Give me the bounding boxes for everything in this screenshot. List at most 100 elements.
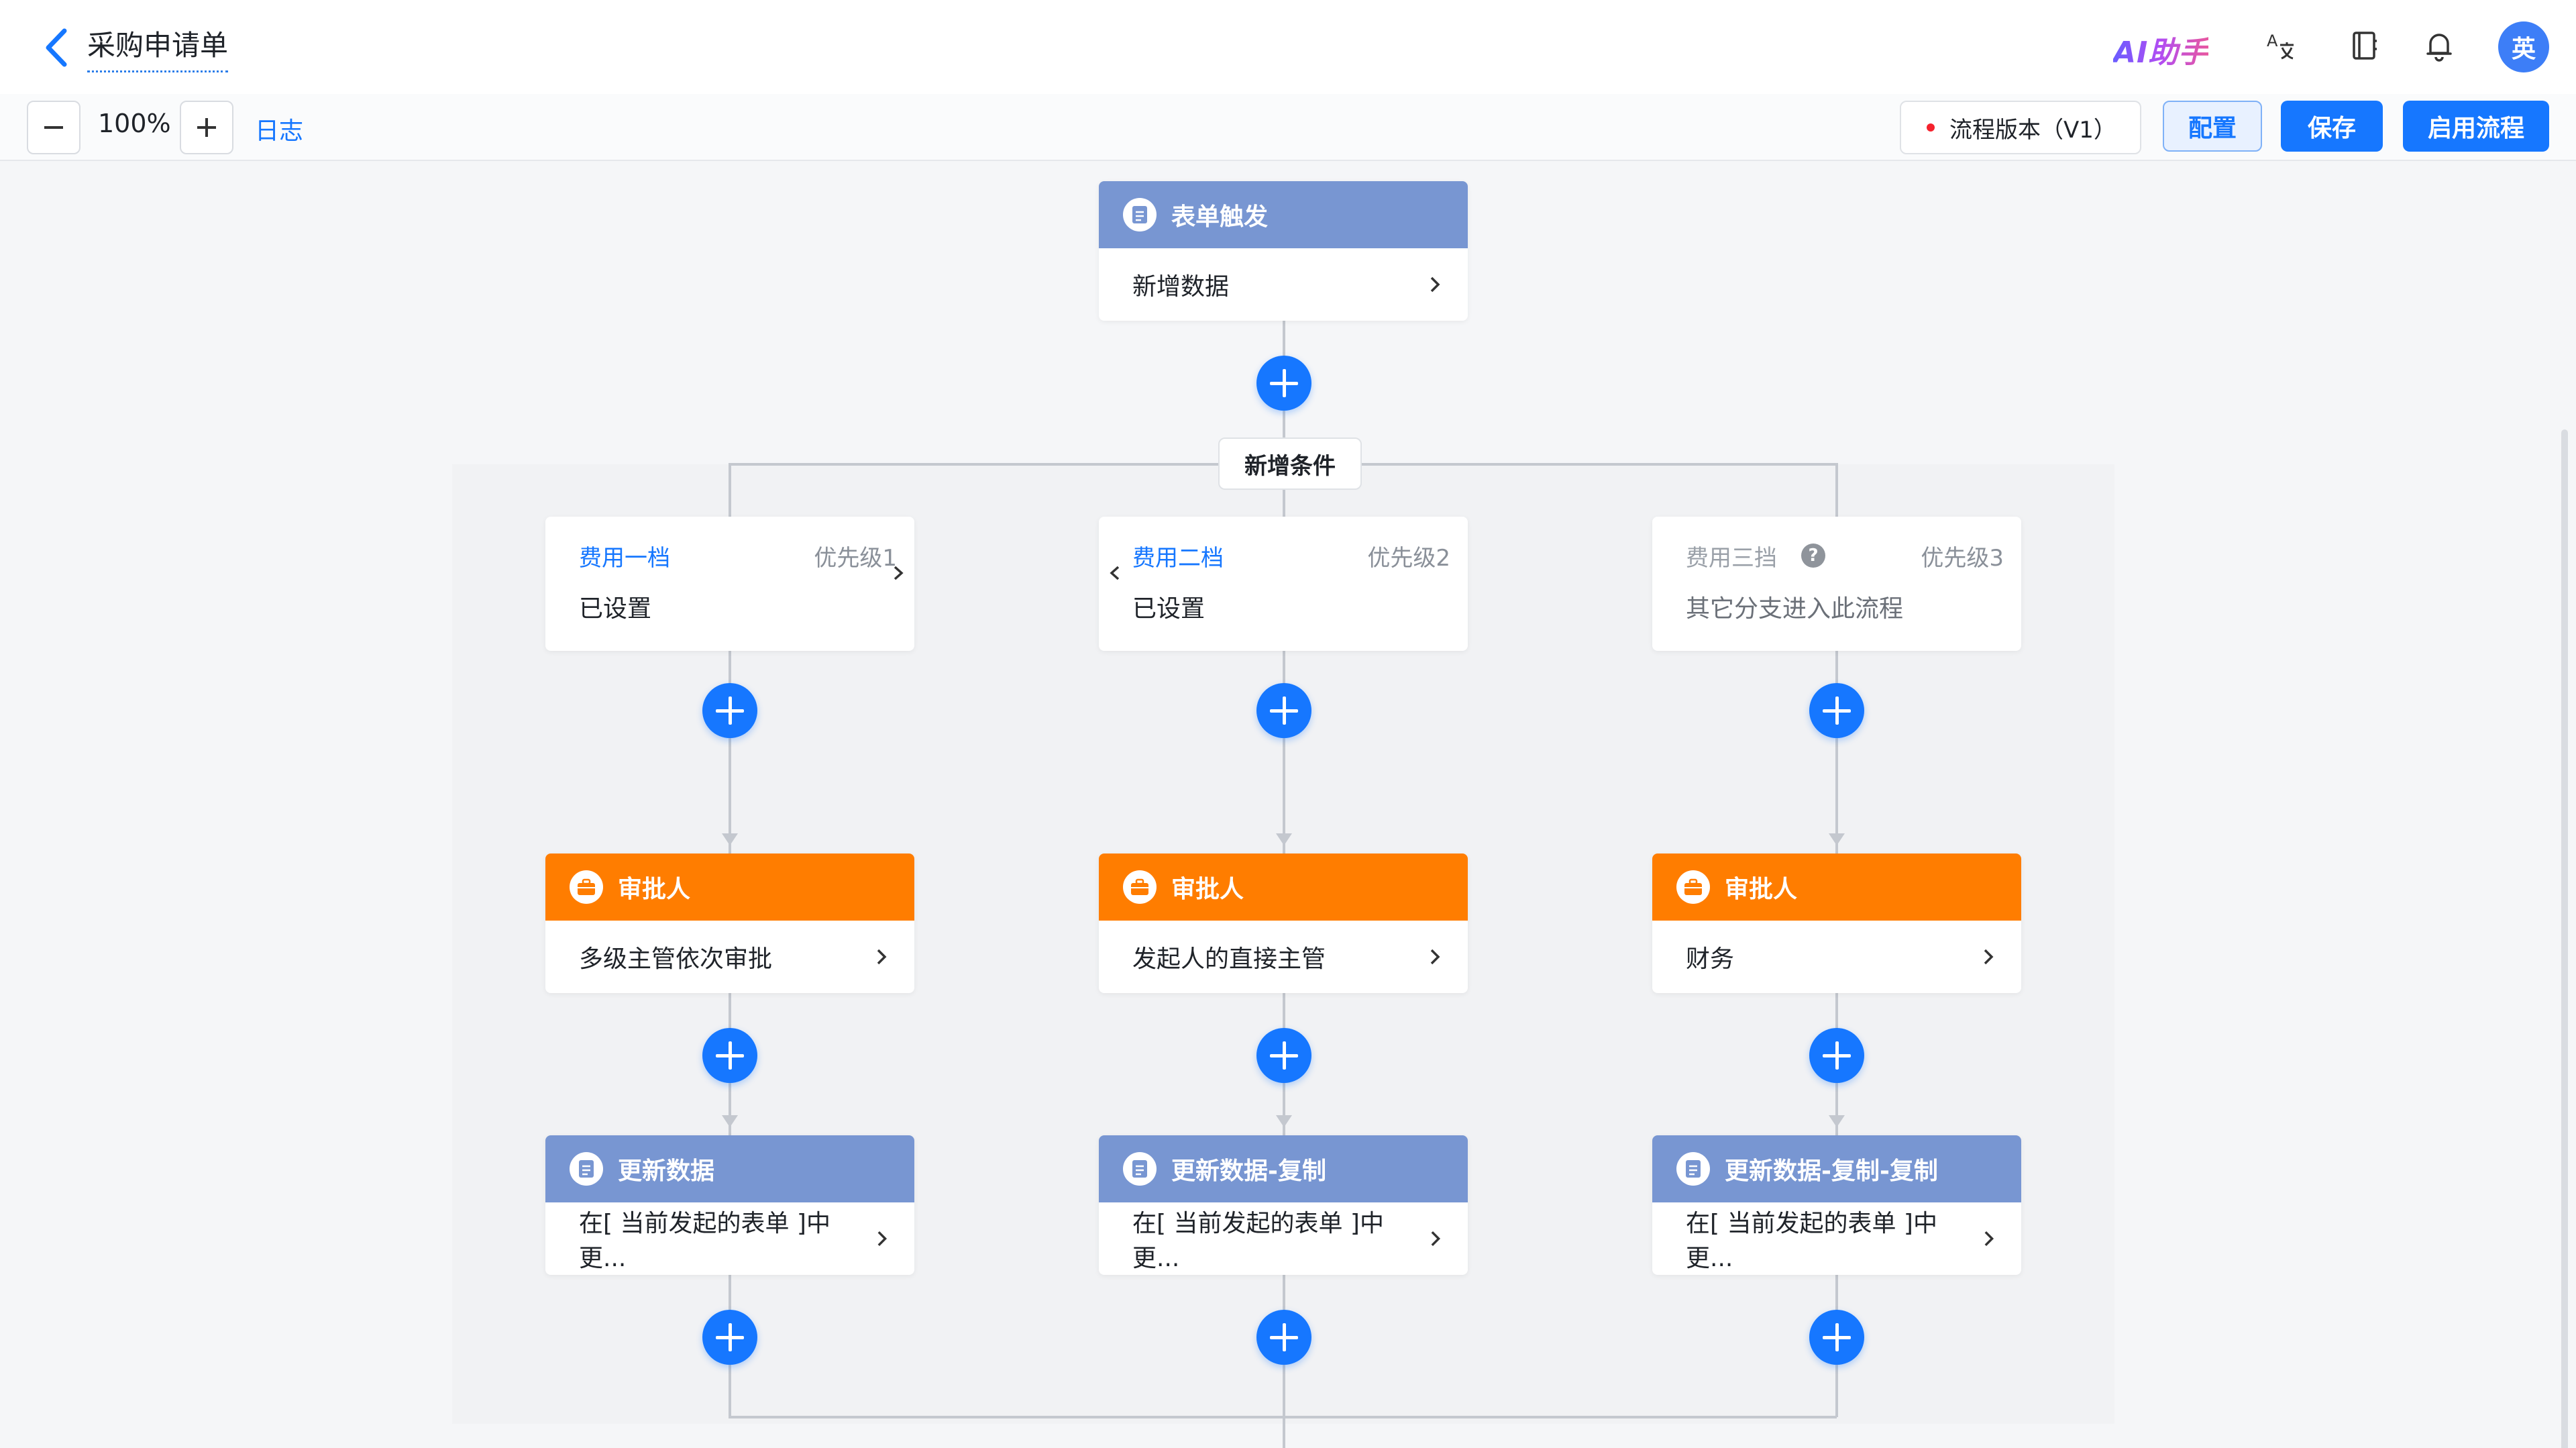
- chevron-right-icon: [1984, 1231, 1994, 1247]
- workflow-editor-page: 采购申请单 AI助手 A 英 100% 日志 流程版本（V1） 配置 保存 启用…: [0, 0, 2576, 1448]
- zoom-out-button[interactable]: [27, 101, 80, 154]
- back-button[interactable]: [38, 24, 78, 71]
- minus-icon: [44, 126, 63, 129]
- update-node-title: 更新数据: [618, 1157, 715, 1185]
- add-node-button[interactable]: [1256, 683, 1311, 738]
- approver-node-detail: 多级主管依次审批: [579, 945, 773, 973]
- add-condition-button[interactable]: 新增条件: [1218, 437, 1362, 490]
- zoom-in-button[interactable]: [180, 101, 233, 154]
- condition-card-2[interactable]: 费用二档 优先级2 已设置: [1099, 517, 1468, 651]
- update-node-body[interactable]: 在[ 当前发起的表单 ]中更...: [545, 1202, 914, 1275]
- add-node-button[interactable]: [1809, 683, 1864, 738]
- plus-icon: [197, 118, 216, 137]
- condition-name: 费用三挡: [1686, 545, 1777, 572]
- approver-node-body[interactable]: 发起人的直接主管: [1099, 921, 1468, 993]
- approver-node-title: 审批人: [618, 876, 691, 903]
- trigger-node[interactable]: 表单触发 新增数据: [1099, 181, 1468, 321]
- arrow-icon: [1829, 1115, 1845, 1127]
- trigger-node-header: 表单触发: [1099, 181, 1468, 248]
- book-icon[interactable]: [2344, 25, 2384, 66]
- condition-priority: 优先级3: [1921, 545, 2004, 572]
- approver-node-body[interactable]: 多级主管依次审批: [545, 921, 914, 993]
- chevron-right-icon: [877, 949, 887, 965]
- trigger-node-detail: 新增数据: [1132, 273, 1230, 301]
- add-node-button[interactable]: [1256, 1028, 1311, 1083]
- condition-priority[interactable]: 优先级2: [1367, 539, 1450, 572]
- approver-node-header: 审批人: [1099, 854, 1468, 921]
- condition-card-3[interactable]: 费用三挡 ? 优先级3 其它分支进入此流程: [1652, 517, 2021, 651]
- arrow-icon: [1276, 1115, 1292, 1127]
- add-node-button[interactable]: [1256, 1310, 1311, 1365]
- form-icon: [1123, 198, 1157, 231]
- condition-detail: 已设置: [579, 595, 652, 623]
- arrow-icon: [722, 833, 738, 845]
- approver-node-detail: 发起人的直接主管: [1132, 945, 1326, 973]
- arrow-icon: [1829, 833, 1845, 845]
- condition-priority[interactable]: 优先级1: [814, 539, 897, 572]
- move-right-icon[interactable]: [889, 564, 908, 582]
- move-left-icon[interactable]: [1106, 564, 1124, 582]
- update-node-title: 更新数据-复制: [1171, 1157, 1326, 1185]
- trigger-node-body[interactable]: 新增数据: [1099, 248, 1468, 321]
- chevron-right-icon: [1430, 276, 1440, 293]
- add-node-button[interactable]: [1256, 356, 1311, 411]
- ai-assistant-button[interactable]: AI助手: [2113, 28, 2208, 71]
- update-node-body[interactable]: 在[ 当前发起的表单 ]中更...: [1652, 1202, 2021, 1275]
- update-node-detail: 在[ 当前发起的表单 ]中更...: [1132, 1210, 1384, 1272]
- svg-text:A: A: [2267, 32, 2278, 50]
- form-icon: [1676, 1152, 1710, 1186]
- briefcase-icon: [1123, 870, 1157, 904]
- update-node-header: 更新数据-复制-复制: [1652, 1135, 2021, 1202]
- page-title[interactable]: 采购申请单: [87, 23, 229, 72]
- zoom-level: 100%: [98, 109, 171, 138]
- app-header: 采购申请单 AI助手 A 英: [0, 0, 2576, 94]
- briefcase-icon: [570, 870, 603, 904]
- add-node-button[interactable]: [702, 683, 757, 738]
- flow-canvas[interactable]: 表单触发 新增数据 新增条件 费用一档 优先级1 已设置 审批人 多级主管依次审…: [0, 161, 2576, 1448]
- branch-3-connector: [1835, 463, 1838, 517]
- chevron-right-icon: [877, 1231, 887, 1247]
- condition-detail: 已设置: [1132, 595, 1205, 623]
- branch-1-connector: [729, 463, 731, 517]
- chevron-right-icon: [1431, 1231, 1440, 1247]
- user-avatar[interactable]: 英: [2498, 21, 2549, 72]
- update-node-header: 更新数据: [545, 1135, 914, 1202]
- vertical-scrollbar[interactable]: [2561, 429, 2568, 1448]
- add-node-button[interactable]: [1809, 1310, 1864, 1365]
- log-link[interactable]: 日志: [255, 111, 303, 146]
- update-node-title: 更新数据-复制-复制: [1725, 1157, 1938, 1185]
- condition-detail: 其它分支进入此流程: [1686, 595, 1904, 623]
- update-node-body[interactable]: 在[ 当前发起的表单 ]中更...: [1099, 1202, 1468, 1275]
- question-circle-icon[interactable]: ?: [1801, 544, 1825, 568]
- condition-card-1[interactable]: 费用一档 优先级1 已设置: [545, 517, 914, 651]
- save-button[interactable]: 保存: [2281, 101, 2383, 152]
- approver-node-2[interactable]: 审批人 发起人的直接主管: [1099, 854, 1468, 993]
- approver-node-header: 审批人: [545, 854, 914, 921]
- add-node-button[interactable]: [702, 1028, 757, 1083]
- approver-node-3[interactable]: 审批人 财务: [1652, 854, 2021, 993]
- translate-icon[interactable]: A: [2261, 25, 2301, 66]
- exit-connector: [1283, 1416, 1285, 1448]
- briefcase-icon: [1676, 870, 1710, 904]
- flow-version-select[interactable]: 流程版本（V1）: [1900, 101, 2141, 154]
- approver-node-header: 审批人: [1652, 854, 2021, 921]
- add-node-button[interactable]: [1809, 1028, 1864, 1083]
- update-node-3[interactable]: 更新数据-复制-复制 在[ 当前发起的表单 ]中更...: [1652, 1135, 2021, 1275]
- approver-node-detail: 财务: [1686, 945, 1735, 973]
- arrow-icon: [1276, 833, 1292, 845]
- update-node-detail: 在[ 当前发起的表单 ]中更...: [1686, 1210, 1937, 1272]
- approver-node-title: 审批人: [1725, 876, 1798, 903]
- update-node-2[interactable]: 更新数据-复制 在[ 当前发起的表单 ]中更...: [1099, 1135, 1468, 1275]
- config-button[interactable]: 配置: [2163, 101, 2262, 152]
- chevron-right-icon: [1984, 949, 1994, 965]
- approver-node-1[interactable]: 审批人 多级主管依次审批: [545, 854, 914, 993]
- approver-node-body[interactable]: 财务: [1652, 921, 2021, 993]
- add-node-button[interactable]: [702, 1310, 757, 1365]
- chevron-right-icon: [1430, 949, 1440, 965]
- update-node-detail: 在[ 当前发起的表单 ]中更...: [579, 1210, 830, 1272]
- enable-flow-button[interactable]: 启用流程: [2403, 101, 2549, 152]
- approver-node-title: 审批人: [1171, 876, 1244, 903]
- arrow-icon: [722, 1115, 738, 1127]
- bell-icon[interactable]: [2419, 25, 2459, 66]
- update-node-1[interactable]: 更新数据 在[ 当前发起的表单 ]中更...: [545, 1135, 914, 1275]
